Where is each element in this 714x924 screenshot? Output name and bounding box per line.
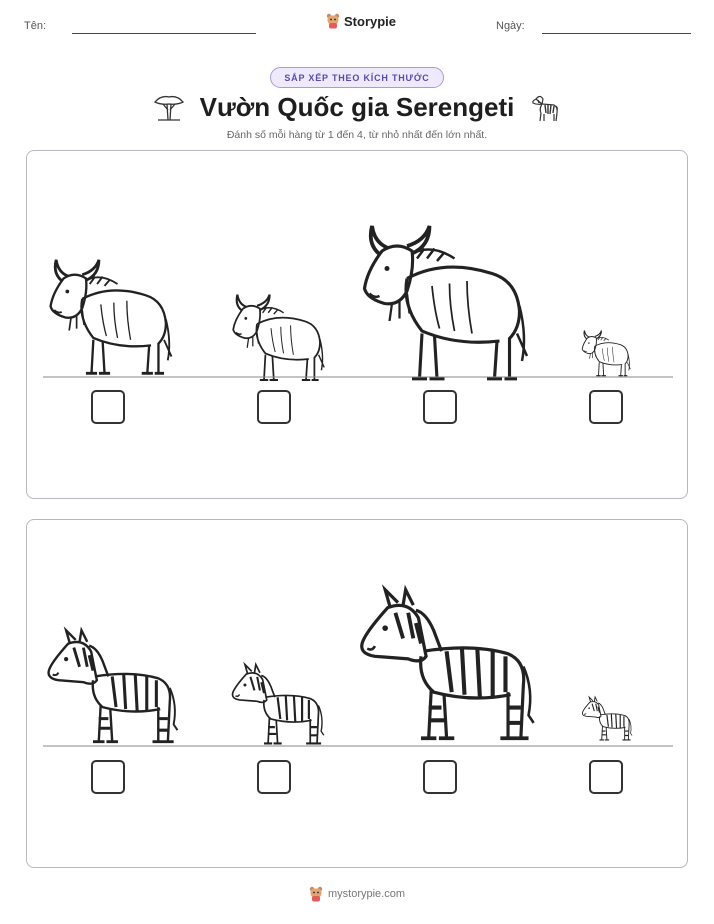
wildebeest-small [232, 293, 326, 382]
wildebeest-large [362, 224, 529, 381]
zebra-small [231, 663, 325, 745]
wildebeest-row-panel [26, 150, 688, 499]
zebra-tiny [581, 696, 633, 741]
name-field[interactable] [72, 33, 256, 34]
page-title: Vườn Quốc gia Serengeti [199, 91, 515, 122]
answer-box-4[interactable] [589, 760, 623, 794]
zebra-row-panel [26, 519, 688, 868]
date-field[interactable] [542, 33, 691, 34]
category-badge: SẮP XẾP THEO KÍCH THƯỚC [270, 67, 444, 88]
zebra-row-art [43, 520, 673, 747]
answer-box-3[interactable] [423, 390, 457, 424]
wildebeest-medium [49, 258, 173, 375]
title-row: Vườn Quốc gia Serengeti [0, 88, 714, 126]
answer-box-1[interactable] [91, 390, 125, 424]
acacia-tree-icon [153, 95, 184, 121]
answer-box-3[interactable] [423, 760, 457, 794]
wildebeest-tiny [581, 330, 631, 377]
bear-mascot-icon [309, 886, 323, 902]
zebra-medium [47, 628, 180, 744]
wildebeest-row-art [43, 224, 673, 382]
date-label: Ngày: [496, 20, 525, 32]
zebra-icon [532, 95, 559, 122]
bear-mascot-icon [326, 13, 340, 29]
zebra-large [362, 590, 534, 738]
name-label: Tên: [24, 20, 47, 32]
footer: mystorypie.com [0, 886, 714, 902]
answer-box-4[interactable] [589, 390, 623, 424]
brand-logo: Storypie [326, 13, 396, 29]
answer-box-1[interactable] [91, 760, 125, 794]
footer-url[interactable]: mystorypie.com [328, 888, 405, 900]
answer-box-2[interactable] [257, 390, 291, 424]
brand-name: Storypie [344, 13, 397, 29]
answer-box-2[interactable] [257, 760, 291, 794]
instructions: Đánh số mỗi hàng từ 1 đến 4, từ nhỏ nhất… [226, 129, 488, 141]
